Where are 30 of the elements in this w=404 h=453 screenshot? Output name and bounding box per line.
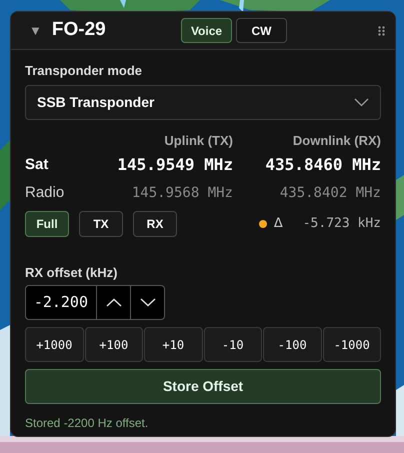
step-button[interactable]: +1000 [25,327,84,362]
row-label: Radio [25,183,66,203]
drag-handle-icon[interactable] [378,26,385,36]
column-header: Uplink (TX) [164,132,233,150]
status-message: Stored -2200 Hz offset. [25,415,150,432]
tracking-button[interactable]: TX [79,211,123,237]
frequency-value: 145.9568 MHz [132,184,233,203]
frequency-value: 435.8402 MHz [280,184,381,203]
step-button[interactable]: +100 [84,327,143,362]
collapse-toggle[interactable]: ▼ [29,20,42,40]
mode-tab[interactable]: Voice [181,18,232,43]
step-button[interactable]: -100 [263,327,322,362]
column-header: Downlink (RX) [292,132,381,150]
mode-tab[interactable]: CW [236,18,287,43]
field-label: Transponder mode [25,63,144,79]
step-button[interactable]: +10 [144,327,202,362]
tracking-button[interactable]: Full [25,211,69,237]
chevron-down-icon [354,98,369,107]
delta-symbol: Δ [274,215,283,234]
row-label: Sat [25,155,50,175]
tracking-button[interactable]: RX [133,211,177,237]
field-label: RX offset (kHz) [25,265,118,281]
step-button[interactable]: -10 [204,327,262,362]
step-button[interactable]: -1000 [322,327,381,362]
frequency-value: 435.8460 MHz [265,154,381,176]
transponder-dropdown[interactable]: SSB Transponder [25,85,381,120]
store-offset-button[interactable]: Store Offset [25,369,381,404]
frequency-value: 145.9549 MHz [117,154,233,176]
panel-title: FO-29 [52,18,106,42]
delta-value: -5.723 kHz [302,215,381,234]
